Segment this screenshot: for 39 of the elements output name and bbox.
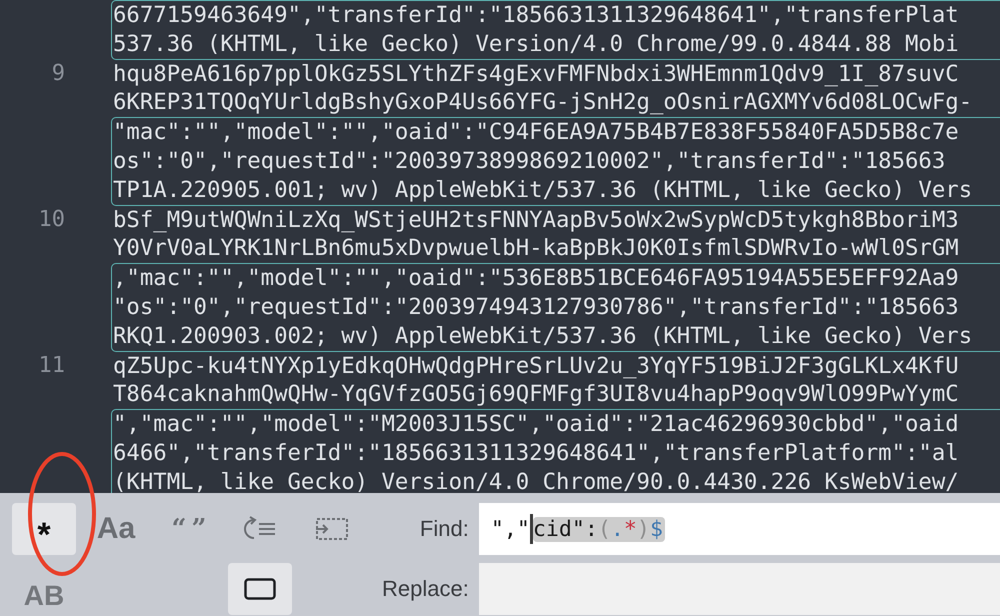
code-line: (KHTML, like Gecko) Version/4.0 Chrome/90.0.4430.226 KsWebView/ (113, 468, 959, 493)
code-line: TP1A.220905.001; wv) AppleWebKit/537.36 (KHTML, like Gecko) Vers (113, 176, 972, 205)
line-number: 11 (38, 352, 65, 380)
code-line: 6466","transferId":"1856631311329648641","transferPlatform":"al (113, 438, 959, 468)
line-number: 10 (38, 206, 65, 234)
find-text: "," (490, 516, 530, 542)
case-toggle[interactable]: Aa (84, 503, 148, 555)
highlight-matches-toggle[interactable] (228, 563, 292, 615)
code-line: ","mac":"","model":"M2003J15SC","oaid":"21ac46296930cbbd","oaid (113, 410, 959, 439)
line-number: 9 (50, 60, 65, 88)
replace-label: Replace: (382, 575, 469, 603)
replace-field[interactable] (478, 563, 1000, 615)
code-line: RKQ1.200903.002; wv) AppleWebKit/537.36 (KHTML, like Gecko) Vers (113, 322, 972, 351)
find-field[interactable]: ","cid":(.*)$ (478, 503, 1000, 555)
whole-word-toggle[interactable]: “ ” (156, 503, 220, 555)
find-label: Find: (418, 515, 469, 543)
find-text: cid": (532, 516, 598, 542)
wrap-icon (243, 516, 277, 542)
code-line: hqu8PeA616p7pplOkGz5SLYthZFs4gExvFMFNbdxi3WHEmnm1Qdv9_1I_87suvC (113, 60, 959, 88)
selection-icon (315, 517, 349, 541)
code-line: os":"0","requestId":"2003973899869210002","transferId":"185663 (113, 146, 946, 176)
code-line: 537.36 (KHTML, like Gecko) Version/4.0 Chrome/99.0.4844.88 Mobi (113, 30, 959, 59)
code-line: T864caknahmQwQHw-YqGVfzGO5Gj69QFMFgf3UI8vu4hapP9oqv9WlO99PwYymC (113, 380, 959, 410)
find-text: $ (650, 516, 663, 542)
code-line: qZ5Upc-ku4tNYXp1yEdkqOHwQdgPHreSrLUv2u_3YqYF519BiJ2F3gGLKLx4KfU (113, 352, 959, 380)
preserve-case-toggle[interactable]: AB (12, 563, 76, 615)
regex-toggle[interactable]: * (12, 503, 76, 555)
find-text: ) (636, 516, 650, 542)
find-text: ( (598, 516, 611, 542)
find-text: . (610, 516, 624, 542)
code-line: "mac":"","model":"","oaid":"C94F6EA9A75B4B7E838F55840FA5D5B8c7e (113, 118, 959, 147)
code-line: bSf_M9utWQWniLzXq_WStjeUH2tsFNNYAapBv5oWx2wSypWcD5tykgh8BboriM3 (113, 206, 959, 234)
code-line: 6KREP31TQOqYUrldgBshyGxoP4Us66YFG-jSnH2g_oOsnirAGXMYv6d08LOCwFg- (113, 88, 972, 118)
find-text: * (624, 516, 637, 542)
rectangle-icon (244, 578, 276, 600)
code-line: "os":"0","requestId":"2003974943127930786","transferId":"185663 (113, 292, 959, 322)
code-line: 6677159463649","transferId":"1856631311329648641","transferPlat (113, 1, 959, 30)
code-line: Y0VrV0aLYRK1NrLBn6mu5xDvpwuelbH-kaBpBkJ0K0IsfmlSDWRvIo-wWl0SrGM (113, 234, 959, 264)
code-line: ,"mac":"","model":"","oaid":"536E8B51BCE646FA95194A55E5EFF92Aa9 (113, 264, 959, 293)
